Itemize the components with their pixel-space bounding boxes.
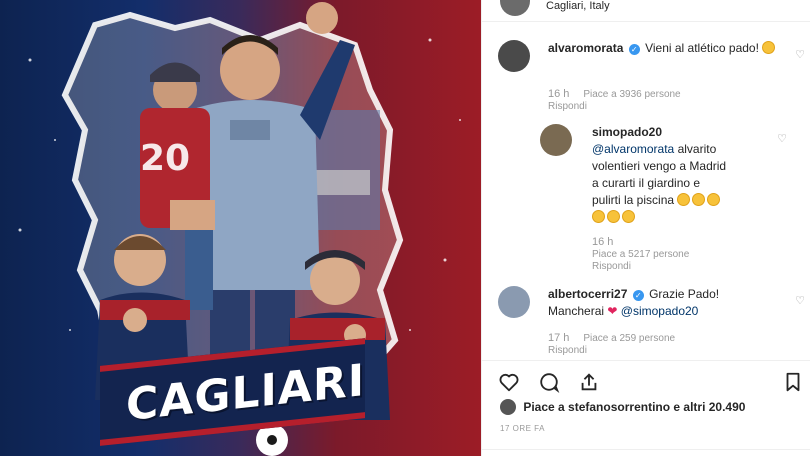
laughing-emoji-icon — [622, 210, 635, 223]
commenter-avatar[interactable] — [498, 40, 530, 72]
laughing-emoji-icon — [677, 193, 691, 206]
comment-username[interactable]: albertocerri27 — [548, 287, 627, 301]
comment-body: alvaromorata ✓ Vieni al atlético pado! — [548, 40, 778, 57]
comment-time: 17 h — [548, 332, 570, 344]
comments-panel: Cagliari, Italy alvaromorata ✓ Vieni al … — [481, 0, 810, 456]
smile-emoji-icon — [762, 41, 776, 54]
likes-summary[interactable]: Piace a stefanosorrentino e altri 20.490 — [500, 399, 745, 415]
comment-likes[interactable]: Piace a 5217 persone — [592, 249, 689, 260]
divider — [482, 449, 810, 450]
post-actions: Piace a stefanosorrentino e altri 20.490… — [482, 360, 810, 456]
comment-time: 16 h — [548, 88, 570, 100]
bookmark-icon[interactable] — [782, 371, 804, 393]
post-timestamp: 17 ORE FA — [500, 424, 545, 433]
comment-like-icon[interactable]: ♡ — [795, 48, 805, 61]
liker-avatar — [500, 399, 516, 415]
likes-summary-text[interactable]: Piace a stefanosorrentino e altri 20.490 — [523, 400, 745, 414]
reply-button[interactable]: Rispondi — [548, 101, 587, 112]
verified-icon: ✓ — [632, 290, 644, 301]
post-header: Cagliari, Italy — [482, 0, 810, 22]
reply-button[interactable]: Rispondi — [592, 261, 631, 272]
laughing-emoji-icon — [692, 193, 706, 206]
comment-meta: 16 h Piace a 5217 persone Rispondi — [592, 236, 689, 273]
author-avatar[interactable] — [500, 0, 530, 16]
comment-username[interactable]: alvaromorata — [548, 41, 623, 55]
laughing-emoji-icon — [607, 210, 620, 223]
laughing-emoji-icon — [592, 210, 605, 223]
comment-meta: 16 h Piace a 3936 persone Rispondi — [548, 88, 681, 113]
comment-likes[interactable]: Piace a 3936 persone — [583, 89, 680, 100]
laughing-emoji-icon — [707, 193, 721, 206]
comment-text: Vieni al atlético pado! — [645, 41, 759, 55]
comment-meta: 17 h Piace a 259 persone Rispondi — [548, 332, 675, 357]
comment-mention[interactable]: @alvaromorata — [592, 142, 674, 156]
share-icon[interactable] — [578, 371, 600, 393]
comment-like-icon[interactable]: ♡ — [777, 132, 787, 145]
comment-body: simopado20 @alvaromorata alvarito volent… — [592, 124, 782, 226]
comment-mention[interactable]: @simopado20 — [621, 304, 699, 318]
svg-text:20: 20 — [140, 138, 190, 179]
comment-like-icon[interactable]: ♡ — [795, 294, 805, 307]
red-heart-emoji-icon: ❤ — [607, 304, 618, 318]
commenter-avatar[interactable] — [498, 286, 530, 318]
heart-outline-icon[interactable] — [498, 371, 520, 393]
comment-body: albertocerri27 ✓ Grazie Pado! Mancherai … — [548, 286, 778, 320]
post-image[interactable]: 20 CAGLIARI — [0, 0, 481, 456]
verified-icon: ✓ — [628, 44, 640, 55]
comment-username[interactable]: simopado20 — [592, 125, 662, 139]
comment-text-line: a curarti il giardino e — [592, 176, 701, 190]
comment-text-line: volentieri vengo a Madrid — [592, 159, 727, 173]
comment-likes[interactable]: Piace a 259 persone — [583, 333, 675, 344]
comment-text-line: pulirti la piscina — [592, 193, 675, 207]
comment-text-line: alvarito — [677, 142, 717, 156]
comment-time: 16 h — [592, 236, 614, 248]
comment-text-line: Grazie Pado! — [649, 287, 720, 301]
comment-text-line: Mancherai — [548, 304, 605, 318]
commenter-avatar[interactable] — [540, 124, 572, 156]
comment-bubble-icon[interactable] — [538, 371, 560, 393]
post-location[interactable]: Cagliari, Italy — [546, 0, 610, 12]
reply-button[interactable]: Rispondi — [548, 345, 587, 356]
